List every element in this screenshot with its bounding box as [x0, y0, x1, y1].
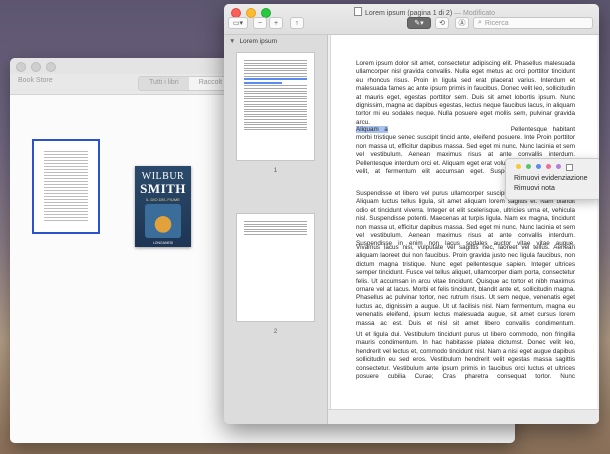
search-placeholder: Ricerca: [484, 19, 509, 27]
preview-toolbar: Lorem ipsum (pagina 1 di 2) — Modificato…: [224, 4, 599, 35]
page-number-1: 1: [273, 168, 278, 174]
paragraph-4: Vivamus lacus nisi, vulputate vel sagitt…: [356, 244, 575, 327]
cover-author-last: SMITH: [140, 181, 186, 196]
paragraph-1: Lorem ipsum dolor sit amet, consectetur …: [356, 60, 575, 126]
book-il-dio-del-fiume[interactable]: WILBUR SMITH IL DIO DEL FIUME LONGANESI: [135, 166, 191, 247]
zoom-out-icon[interactable]: −: [253, 17, 267, 29]
document-view[interactable]: Lorem ipsum dolor sit amet, consectetur …: [328, 35, 599, 424]
highlight-context-menu: Rimuovi evidenziazione Rimuovi nota: [505, 158, 599, 200]
tab-all-books[interactable]: Tutti i libri: [139, 77, 189, 90]
highlighted-text[interactable]: Aliquam a: [356, 126, 388, 133]
cover-publisher: LONGANESI: [152, 241, 174, 245]
sidebar-header-label: Lorem ipsum: [239, 38, 278, 45]
zoom-in-icon[interactable]: +: [269, 17, 283, 29]
thumbnail-text: [244, 60, 307, 132]
highlight-color-swatches: [516, 164, 573, 171]
sidebar-toggle-icon[interactable]: ▭▾: [228, 17, 248, 29]
disclosure-triangle-icon[interactable]: ▼: [229, 38, 235, 45]
preview-window: Lorem ipsum (pagina 1 di 2) — Modificato…: [224, 4, 599, 424]
books-minimize-button[interactable]: [31, 62, 41, 72]
paragraph-5: Ut et ligula dui. Vestibulum tincidunt p…: [356, 331, 575, 381]
search-field[interactable]: ⌕ Ricerca: [473, 17, 593, 29]
page-thumbnail-1[interactable]: [236, 52, 315, 161]
thumbnail-sidebar: ▼ Lorem ipsum 1 2: [224, 35, 328, 424]
color-yellow[interactable]: [516, 164, 521, 169]
color-pink[interactable]: [546, 164, 551, 169]
library-tabs: Tutti i libri Raccolt: [138, 76, 234, 91]
modified-label: — Modificato: [454, 10, 495, 17]
search-icon: ⌕: [478, 19, 482, 26]
window-title-text: Lorem ipsum (pagina 1 di 2): [365, 10, 453, 17]
page-thumbnail-2[interactable]: [236, 213, 315, 322]
horizontal-scrollbar[interactable]: [328, 409, 599, 424]
share-icon[interactable]: ↑: [290, 17, 304, 29]
book-lorem-ipsum-pdf[interactable]: [32, 139, 100, 234]
window-title: Lorem ipsum (pagina 1 di 2) — Modificato: [354, 7, 495, 17]
page-number-2: 2: [273, 329, 278, 335]
book-store-button[interactable]: Book Store: [18, 77, 53, 84]
books-zoom-button[interactable]: [46, 62, 56, 72]
annotate-icon[interactable]: Ⓐ: [455, 17, 469, 29]
books-close-button[interactable]: [16, 62, 26, 72]
pdf-document-icon: [354, 7, 362, 16]
note-icon[interactable]: [566, 164, 573, 171]
color-blue[interactable]: [536, 164, 541, 169]
thumbnail-text: [244, 221, 307, 237]
markup-pen-icon[interactable]: ✎▾: [407, 17, 431, 29]
rotate-icon[interactable]: ⟲: [435, 17, 449, 29]
color-purple[interactable]: [556, 164, 561, 169]
color-green[interactable]: [526, 164, 531, 169]
remove-highlight-item[interactable]: Rimuovi evidenziazione: [514, 175, 588, 182]
sidebar-header[interactable]: ▼ Lorem ipsum: [224, 35, 327, 48]
book-thumbnail-text: [44, 151, 88, 223]
cover-title: IL DIO DEL FIUME: [146, 197, 180, 202]
cover-illustration: [145, 204, 181, 238]
remove-note-item[interactable]: Rimuovi nota: [514, 185, 555, 192]
document-page: Lorem ipsum dolor sit amet, consectetur …: [330, 35, 599, 410]
